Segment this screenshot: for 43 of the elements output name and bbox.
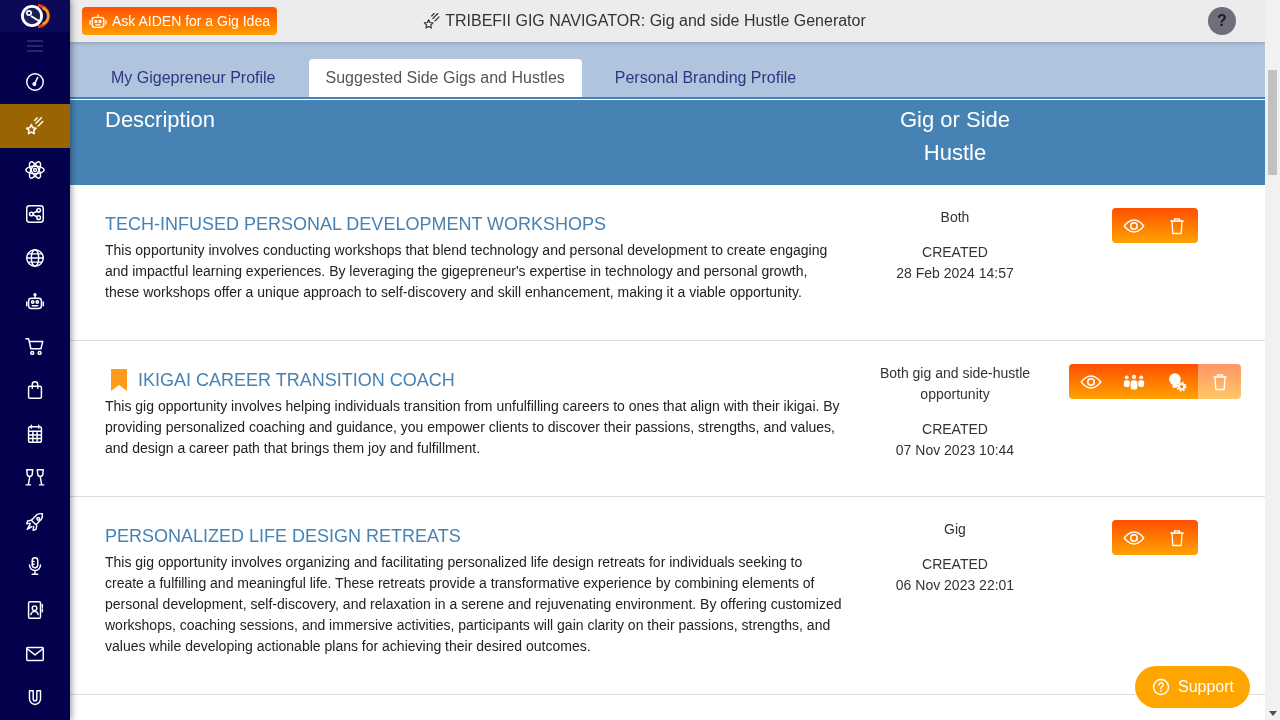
- tab[interactable]: My Gigepreneur Profile: [94, 59, 293, 97]
- rocket-icon: [24, 511, 46, 533]
- tab[interactable]: Personal Branding Profile: [597, 59, 814, 97]
- globe-icon: [24, 247, 46, 269]
- page-title: TRIBEFII GIG NAVIGATOR: Gig and side Hustle Generator: [445, 12, 866, 30]
- gig-type: Both gig and side-hustle opportunity: [878, 364, 1032, 404]
- gig-type: Gig: [943, 520, 967, 539]
- delete-button[interactable]: [1155, 208, 1198, 243]
- tab[interactable]: Suggested Side Gigs and Hustles: [308, 59, 582, 97]
- shooting-star-icon: [422, 11, 443, 31]
- robot-icon: [88, 12, 108, 30]
- help-circle-icon: [1151, 678, 1170, 696]
- created-date: 07 Nov 2023 10:44: [895, 441, 1015, 460]
- gig-description: This gig opportunity involves helping individuals transition from unfulfilling careers to ones that align with their ikigai. By providing personalized coaching and guidance, you empower clients to discover their passions, strengths, and values, and design a career path that brings them joy and fulfillment.: [105, 397, 841, 458]
- scroll-down-icon[interactable]: [1268, 711, 1277, 716]
- scrollbar-thumb[interactable]: [1268, 70, 1277, 175]
- glasses-toast-icon: [24, 467, 46, 489]
- share-icon: [24, 203, 46, 225]
- gig-title: PERSONALIZED LIFE DESIGN RETREATS: [105, 525, 461, 548]
- delete-button[interactable]: [1155, 520, 1198, 555]
- help-button[interactable]: ?: [1208, 7, 1236, 35]
- gauge-icon: [24, 71, 46, 93]
- created-label: CREATED: [922, 420, 988, 439]
- shooting-star-icon: [24, 115, 46, 137]
- cart-icon: [24, 335, 46, 357]
- gig-description: This gig opportunity involves organizing and facilitating personalized life design retreats for individuals seeking to create a fulfilling and meaningful life. These retreats provide a transformative experience by combining elements of personal development, self-discovery, and relaxation in a serene and rejuvenating environment. By offering customized workshops, coaching sessions, and immersive activities, participants will gain clarity on their passions, strengths, and values while developing actionable plans for achieving their desired outcomes.: [105, 553, 843, 656]
- gig-type: Both: [939, 208, 971, 227]
- gig-description: This opportunity involves conducting workshops that blend technology and personal development to create engaging and impactful learning experiences. By leveraging the gigepreneur's expertise in technology and personal growth, these workshops offer a unique approach to self-discovery and skill enhancement, making it a viable opportunity.: [105, 241, 829, 302]
- lightbulb-gear-icon: [1166, 371, 1187, 392]
- column-header: Gig or Side Hustle: [899, 107, 1011, 165]
- created-label: CREATED: [922, 555, 988, 574]
- view-button[interactable]: [1112, 208, 1155, 243]
- view-button[interactable]: [1112, 520, 1155, 555]
- atom-icon: [24, 159, 46, 181]
- column-header: Description: [105, 107, 216, 132]
- created-date: 28 Feb 2024 14:57: [896, 264, 1014, 283]
- gig-title: TECH-INFUSED PERSONAL DEVELOPMENT WORKSHOPS: [105, 213, 607, 236]
- ideas-button[interactable]: [1155, 364, 1198, 399]
- people-icon: [1122, 373, 1145, 390]
- created-label: CREATED: [922, 243, 988, 262]
- created-date: 06 Nov 2023 22:01: [895, 576, 1015, 595]
- view-button[interactable]: [1069, 364, 1112, 399]
- gig-title: IKIGAI CAREER TRANSITION COACH: [138, 369, 455, 392]
